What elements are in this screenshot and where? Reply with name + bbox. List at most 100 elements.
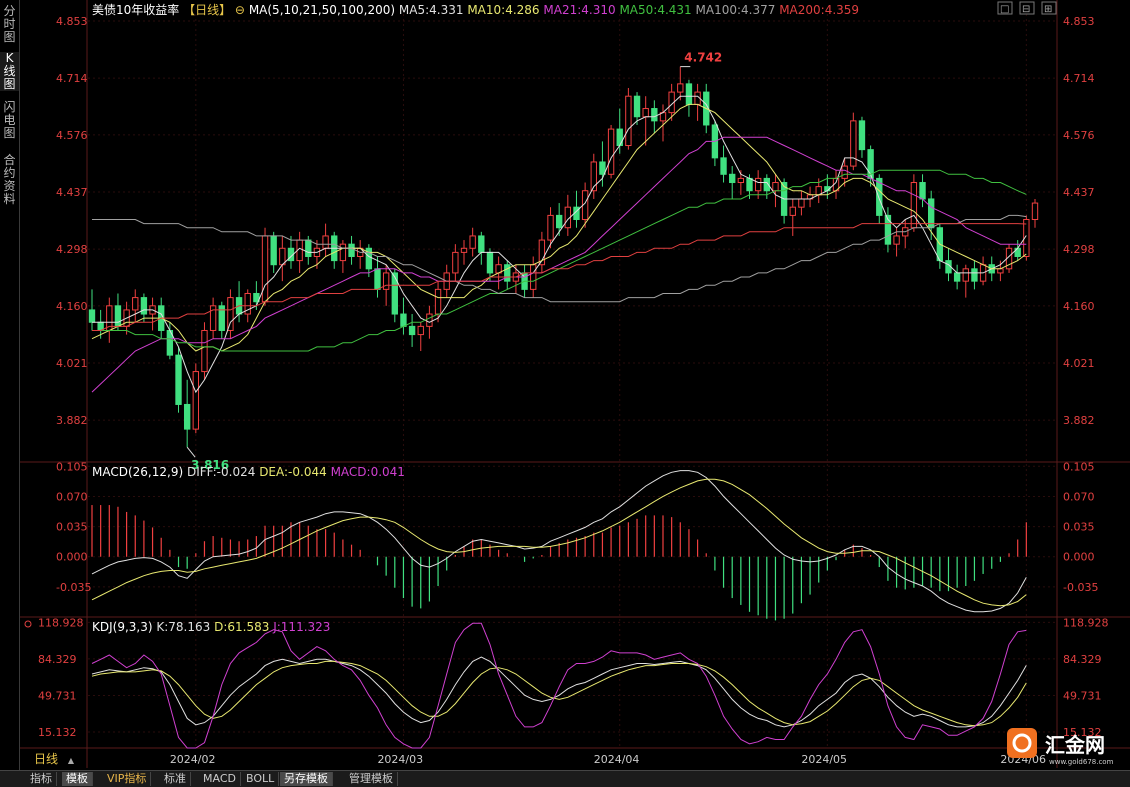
kdj-header: KDJ(9,3,3) K:78.163 D:61.583 J:111.323 xyxy=(92,620,330,634)
candle-body xyxy=(201,329,208,373)
candle-body xyxy=(720,157,727,175)
main-header: 美债10年收益率 【日线】 ⊖ MA(5,10,21,50,100,200) M… xyxy=(92,2,859,17)
sidebar-tab-3[interactable]: 合约资料 xyxy=(0,154,19,206)
candle-body xyxy=(400,313,407,327)
candle-body xyxy=(417,325,424,336)
sidebar-tab-0[interactable]: 分时图 xyxy=(0,5,19,44)
ma-value: MA10:4.286 xyxy=(467,3,539,17)
sidebar-tab-2[interactable]: 闪电图 xyxy=(0,101,19,140)
bottom-toolbar: 指标 模板 VIP指标 标准 MACD BOLL 另存模板 管理模板 xyxy=(0,770,1130,787)
macd-ytick-right: 0.035 xyxy=(1063,521,1095,534)
main-ytick-left: 4.853 xyxy=(56,15,88,28)
candle-body xyxy=(953,272,961,282)
main-ytick-left: 4.298 xyxy=(56,243,88,256)
macd-value: DIFF:-0.024 xyxy=(187,465,255,479)
candle-body xyxy=(452,251,459,274)
timeframe-label: 日线 xyxy=(34,752,59,766)
timeframe-selector[interactable]: 日线 ▲ xyxy=(20,751,104,767)
macd-ytick-left: 0.070 xyxy=(56,490,88,503)
candle-body xyxy=(460,247,468,253)
low-marker xyxy=(186,446,196,458)
candle-body xyxy=(408,325,416,336)
candle-body xyxy=(132,297,139,311)
bottom-tab-4[interactable]: MACD xyxy=(199,772,241,786)
kdj-label: KDJ(9,3,3) xyxy=(92,620,153,634)
x-tick-label: 2024/04 xyxy=(594,753,640,766)
candle-body xyxy=(504,264,511,282)
bottom-tab-7[interactable]: 管理模板 xyxy=(345,772,398,786)
macd-ytick-left: 0.000 xyxy=(56,551,88,564)
main-ytick-left: 4.160 xyxy=(56,300,88,313)
x-tick-label: 2024/05 xyxy=(801,753,847,766)
candle-body xyxy=(547,214,554,241)
period-tag: 【日线】 ⊖ xyxy=(183,3,245,17)
macd-ytick-right: -0.035 xyxy=(1063,581,1098,594)
chart-area[interactable]: 4.853 4.853 4.714 4.714 4.576 4.576 4.437 4.437… xyxy=(20,0,1130,770)
main-ytick-right: 4.160 xyxy=(1063,300,1095,313)
kdj-value: J:111.323 xyxy=(272,620,330,634)
candle-body xyxy=(391,272,398,315)
kdj-ytick-left: 15.132 xyxy=(38,726,77,739)
candle-body xyxy=(227,297,234,331)
candle-body xyxy=(893,235,900,245)
candle-body xyxy=(339,243,347,262)
candle-body xyxy=(607,128,615,175)
candle-body xyxy=(426,313,433,327)
ma-line-ma21 xyxy=(91,136,1027,393)
candle-body xyxy=(651,108,658,122)
bottom-tab-6[interactable]: 另存模板 xyxy=(280,772,333,786)
candle-body xyxy=(754,177,762,192)
candle-body xyxy=(616,128,623,147)
candle-body xyxy=(270,235,277,266)
candle-body xyxy=(910,182,918,229)
candle-body xyxy=(140,297,148,315)
main-ytick-left: 4.437 xyxy=(56,186,88,199)
main-ytick-left: 4.576 xyxy=(56,129,88,142)
bottom-tab-2[interactable]: VIP指标 xyxy=(103,772,152,786)
main-ytick-right: 4.853 xyxy=(1063,15,1095,28)
candle-body xyxy=(677,83,684,93)
main-ytick-left: 3.882 xyxy=(56,414,88,427)
high-label: 4.742 xyxy=(684,51,722,65)
kdj-ytick-right: 84.329 xyxy=(1063,653,1102,666)
macd-ytick-left: -0.035 xyxy=(56,581,91,594)
window-button-glyph-0: □ xyxy=(1000,4,1009,15)
candle-body xyxy=(841,165,848,179)
ma-label: MA(5,10,21,50,100,200) xyxy=(249,3,395,17)
bottom-tab-3[interactable]: 标准 xyxy=(160,772,191,786)
main-ytick-right: 4.298 xyxy=(1063,243,1095,256)
candle-body xyxy=(858,120,866,151)
ma-value: MA5:4.331 xyxy=(399,3,464,17)
kdj-line-k xyxy=(91,656,1027,728)
candle-body xyxy=(685,83,693,105)
candle-body xyxy=(798,198,805,208)
candle-body xyxy=(305,239,312,257)
sidebar-tab-1[interactable]: K线图 xyxy=(0,52,19,91)
candle-body xyxy=(469,235,476,249)
candle-body xyxy=(183,403,191,430)
candle-body xyxy=(729,173,736,184)
bottom-tab-5[interactable]: BOLL xyxy=(242,772,280,786)
candle-body xyxy=(633,95,641,118)
candle-body xyxy=(772,182,779,192)
candle-body xyxy=(737,177,745,184)
candle-body xyxy=(919,182,926,200)
candle-body xyxy=(962,268,969,282)
candle-body xyxy=(374,268,381,290)
ma-value: MA100:4.377 xyxy=(696,3,776,17)
bottom-tab-0[interactable]: 指标 xyxy=(26,772,57,786)
candle-body xyxy=(746,177,753,192)
bottom-tab-1[interactable]: 模板 xyxy=(62,772,93,786)
x-tick-label: 2024/03 xyxy=(377,753,423,766)
candle-body xyxy=(322,235,329,249)
main-ytick-right: 3.882 xyxy=(1063,414,1095,427)
chart-svg[interactable]: 4.853 4.853 4.714 4.714 4.576 4.576 4.437 4.437… xyxy=(20,0,1130,770)
candle-body xyxy=(642,108,649,118)
kdj-ytick-left: 84.329 xyxy=(38,653,77,666)
macd-header: MACD(26,12,9) DIFF:-0.024 DEA:-0.044 MAC… xyxy=(92,465,405,479)
candle-body xyxy=(625,95,632,147)
candle-body xyxy=(789,206,796,216)
candle-body xyxy=(555,214,563,229)
kdj-ytick-left: 118.928 xyxy=(38,616,84,629)
candle-body xyxy=(88,309,96,323)
